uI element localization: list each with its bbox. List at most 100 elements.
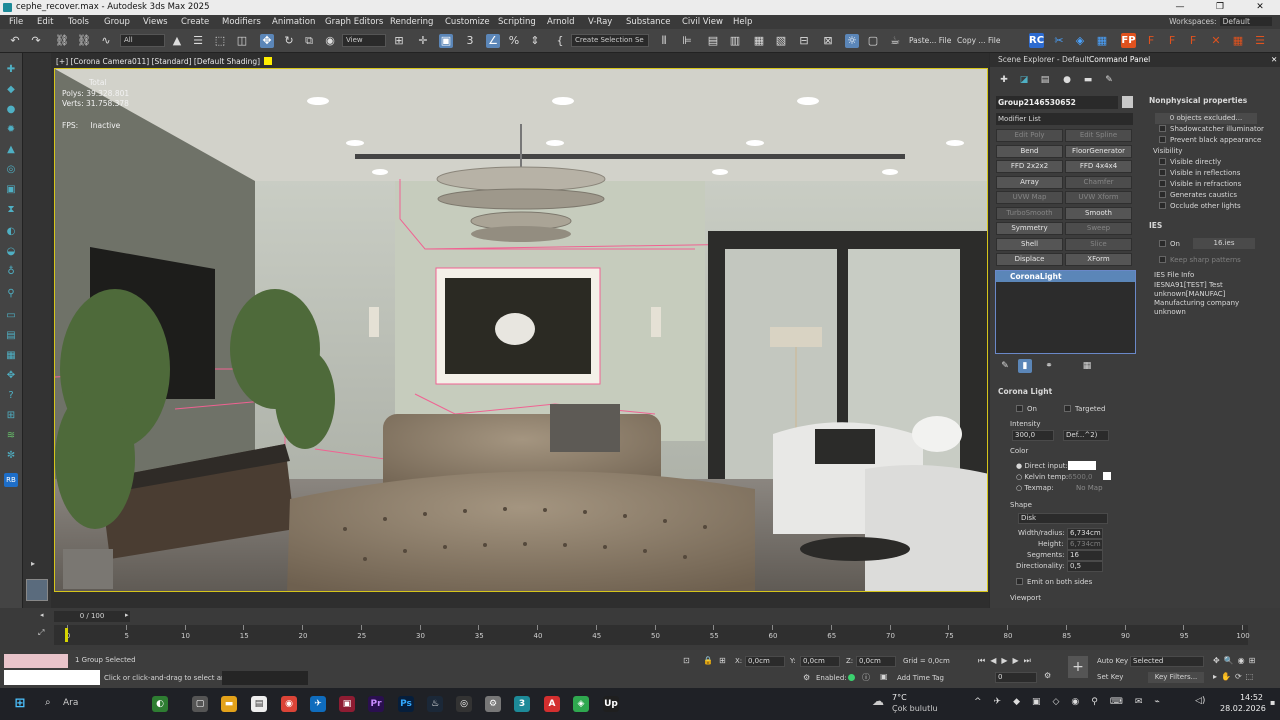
fp-button[interactable]: FP xyxy=(1121,33,1136,48)
ies-file-button[interactable]: 16.ies xyxy=(1193,238,1255,249)
modifier-button-symmetry[interactable]: Symmetry xyxy=(996,222,1063,235)
menu-modifiers[interactable]: Modifiers xyxy=(222,15,261,29)
script-input-field[interactable] xyxy=(4,670,100,685)
paste-file-button[interactable]: Paste... File xyxy=(909,35,951,47)
viewport-nav-icon[interactable]: ✥🔍◉⊞ xyxy=(1213,656,1259,665)
undo-icon[interactable]: ↶ xyxy=(8,34,22,48)
grid-icon[interactable]: ▦ xyxy=(4,349,18,363)
visible-directly-check-icon[interactable] xyxy=(1159,158,1166,165)
workspace-selector[interactable]: Workspaces: Default xyxy=(1169,15,1272,29)
modifier-list-dropdown[interactable]: Modifier List xyxy=(996,113,1133,125)
objects-excluded-button[interactable]: 0 objects excluded... xyxy=(1155,113,1257,124)
modify-tab-icon[interactable]: ◪ xyxy=(1017,73,1031,87)
help-icon[interactable]: ? xyxy=(4,389,18,403)
expand-arrow-icon[interactable]: ▸ xyxy=(31,559,35,568)
corona-converter-icon[interactable]: ◈ xyxy=(1073,34,1087,48)
directionality-field[interactable]: 0,5 xyxy=(1067,561,1103,572)
viewport-layout-icon[interactable] xyxy=(26,579,48,601)
time-config-button-icon[interactable]: ⚙ xyxy=(1044,671,1051,680)
modifier-button-floorgenerator[interactable]: FloorGenerator xyxy=(1065,144,1132,158)
nonphysical-title[interactable]: Nonphysical properties xyxy=(1149,96,1247,106)
maxscript-listener[interactable] xyxy=(4,654,68,668)
spinner-snap-icon[interactable]: ⇕ xyxy=(528,34,542,48)
list-tools-icon[interactable]: ☰ xyxy=(1253,34,1267,48)
toggle-ribbon-icon[interactable]: ▦ xyxy=(752,34,766,48)
tools-icon[interactable]: ✕ xyxy=(1209,34,1223,48)
generates-caustics-check-icon[interactable] xyxy=(1159,191,1166,198)
lock-icon[interactable]: 🔒 xyxy=(703,656,713,665)
workspace-value[interactable]: Default xyxy=(1219,17,1272,26)
corona-light-rollout-title[interactable]: Corona Light xyxy=(998,387,1052,397)
time-slider-prev-icon[interactable]: ◂ xyxy=(40,611,44,619)
mirror-icon[interactable]: ⫴ xyxy=(657,34,671,48)
visible-directly-checkbox[interactable]: Visible directly xyxy=(1159,157,1221,167)
mini-listener[interactable] xyxy=(222,671,308,685)
layer-explorer-icon[interactable]: ▥ xyxy=(728,34,742,48)
app-red-icon[interactable]: ▣ xyxy=(339,696,355,712)
visible-reflections-checkbox[interactable]: Visible in reflections xyxy=(1159,168,1240,178)
window-crossing-icon[interactable]: ◫ xyxy=(235,34,249,48)
railclone-icon[interactable]: F xyxy=(1186,34,1200,48)
targeted-check-icon[interactable] xyxy=(1064,405,1071,412)
notification-icon[interactable]: ▪ xyxy=(1270,698,1275,707)
texmap-radio[interactable]: ○ Texmap: xyxy=(1016,483,1054,493)
create-icon[interactable]: ✚ xyxy=(4,63,18,77)
hierarchy-icon[interactable]: ▣ xyxy=(4,183,18,197)
intensity-unit-dropdown[interactable]: Def...^2) xyxy=(1063,430,1109,441)
maximize-button[interactable]: ❐ xyxy=(1200,0,1240,15)
add-time-tag-button[interactable]: Add Time Tag xyxy=(897,674,944,682)
percent-snap-icon[interactable]: % xyxy=(507,34,521,48)
curve-editor-icon[interactable]: ▧ xyxy=(774,34,788,48)
modifier-button-edit-spline[interactable]: Edit Spline xyxy=(1065,129,1132,142)
kelvin-value[interactable]: 6500,0 xyxy=(1068,472,1093,482)
time-slider[interactable]: 0 / 100 xyxy=(54,611,130,622)
on-checkbox[interactable]: On xyxy=(1016,404,1037,414)
prevent-black-checkbox[interactable]: Prevent black appearance xyxy=(1159,135,1261,145)
modify-icon[interactable]: ◆ xyxy=(4,83,18,97)
create-selection-set-dropdown[interactable]: Create Selection Se xyxy=(571,34,649,47)
notepad-icon[interactable]: ▤ xyxy=(251,696,267,712)
task-view-icon[interactable]: ▢ xyxy=(192,696,208,712)
align-icon[interactable]: ⊫ xyxy=(680,34,694,48)
menu-help[interactable]: Help xyxy=(733,15,752,29)
shadowcatcher-check-icon[interactable] xyxy=(1159,125,1166,132)
viewport-label-text[interactable]: [+] [Corona Camera011] [Standard] [Defau… xyxy=(56,57,260,66)
modifier-button-ffd-4x4x4[interactable]: FFD 4x4x4 xyxy=(1065,160,1132,173)
x-field[interactable]: 0,0cm xyxy=(745,656,785,667)
menu-views[interactable]: Views xyxy=(143,15,168,29)
select-and-move-icon[interactable]: ✥ xyxy=(260,34,274,48)
ies-on-check-icon[interactable] xyxy=(1159,240,1166,247)
menu-create[interactable]: Create xyxy=(181,15,209,29)
panel-close-icon[interactable]: ✕ xyxy=(1271,53,1277,67)
lightbulb-icon[interactable]: ♁ xyxy=(4,265,18,279)
forest-edit-icon[interactable]: F xyxy=(1165,34,1179,48)
clock-time[interactable]: 14:52 xyxy=(1227,693,1263,702)
cones-icon[interactable]: ▲ xyxy=(4,143,18,157)
snaps-toggle-icon[interactable]: 3 xyxy=(463,34,477,48)
select-and-rotate-icon[interactable]: ↻ xyxy=(282,34,296,48)
snowflake-icon[interactable]: ✼ xyxy=(4,449,18,463)
display-icon[interactable]: ◐ xyxy=(4,225,18,239)
menu-rendering[interactable]: Rendering xyxy=(390,15,433,29)
bulb-icon[interactable]: ⚲ xyxy=(4,287,18,301)
y-field[interactable]: 0,0cm xyxy=(800,656,840,667)
render-production-icon[interactable]: ☕ xyxy=(888,34,902,48)
keep-sharp-checkbox[interactable]: Keep sharp patterns xyxy=(1159,255,1241,265)
telegram-icon[interactable]: ✈ xyxy=(310,696,326,712)
kelvin-temp-radio[interactable]: ○ Kelvin temp: xyxy=(1016,472,1068,482)
rectangular-selection-icon[interactable]: ⬚ xyxy=(213,34,227,48)
modifier-button-shell[interactable]: Shell xyxy=(996,237,1063,251)
menu-vray[interactable]: V-Ray xyxy=(588,15,612,29)
modifier-button-turbosmooth[interactable]: TurboSmooth xyxy=(996,206,1063,220)
photoshop-icon[interactable]: Ps xyxy=(398,696,414,712)
close-button[interactable]: ✕ xyxy=(1240,0,1280,15)
time-config-icon[interactable]: ⚙ xyxy=(803,673,810,682)
modifier-button-displace[interactable]: Displace xyxy=(996,253,1063,266)
prevent-black-check-icon[interactable] xyxy=(1159,136,1166,143)
targeted-checkbox[interactable]: Targeted xyxy=(1064,404,1105,414)
keep-sharp-check-icon[interactable] xyxy=(1159,256,1166,263)
autocad-icon[interactable]: A xyxy=(544,696,560,712)
select-object-icon[interactable]: ▲ xyxy=(170,34,184,48)
menu-civil-view[interactable]: Civil View xyxy=(682,15,723,29)
minimize-button[interactable]: — xyxy=(1160,0,1200,15)
